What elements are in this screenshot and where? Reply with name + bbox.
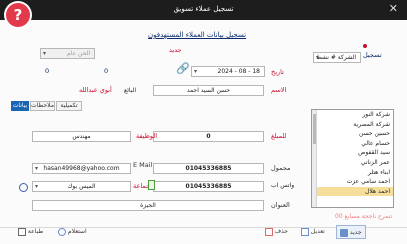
date-label: تاريخ (271, 68, 284, 76)
list-item[interactable]: شركة النور (312, 110, 393, 120)
date-picker[interactable]: ▾ 2024 - 08 - 18 (191, 66, 265, 77)
customer-list[interactable]: شركة النور شركة المصرية حسين حسن حسام عا… (311, 109, 394, 208)
new-button-label: جديد (349, 229, 362, 236)
status-value: 0 (45, 67, 50, 75)
job-label: الوظيفة (136, 132, 158, 140)
email-value: hasan49968@yahoo.com (43, 165, 120, 172)
list-item[interactable]: عمر الزناني (312, 158, 393, 168)
list-scrollbar[interactable] (312, 110, 317, 207)
list-item[interactable]: سيد القفوص (312, 148, 393, 158)
delete-button-label: حذف (274, 228, 288, 235)
status-select-value: الحن عام (67, 50, 90, 57)
chevron-down-icon: ▾ (35, 183, 39, 190)
name-value: حسن السيد احمد (186, 87, 231, 94)
list-item[interactable]: احمد سامي عزت (312, 177, 393, 187)
form-heading: تسجيل بيانات العملاء المستهدفون (148, 31, 247, 39)
mobile-value: 01045336885 (185, 165, 232, 172)
company-filter-select[interactable]: ▾ الشركة # نشط (313, 52, 361, 63)
record-counter: 0 (104, 67, 109, 75)
whatsapp-value: 01045336885 (185, 183, 232, 190)
app-logo-icon: ? (6, 3, 30, 27)
scrollbar-thumb[interactable] (313, 114, 316, 144)
print-button-label: طباعة (27, 228, 44, 235)
tab-data[interactable]: بيانات (11, 101, 29, 111)
edit-button-label: تعديل (310, 228, 325, 235)
search-icon (58, 227, 66, 236)
job-input[interactable]: مهندس (32, 131, 131, 142)
address-value: الجيزة (140, 202, 156, 209)
edit-icon (301, 227, 309, 236)
name-input[interactable]: حسن السيد احمد (153, 85, 264, 96)
tab-notes[interactable]: ملاحظات (30, 101, 55, 111)
chevron-down-icon: ▾ (316, 54, 320, 61)
globe-icon[interactable] (19, 183, 28, 192)
footer-hint: تنمرح ناجحة مسابع 00 (335, 213, 393, 220)
address-label: العنوان (271, 201, 290, 209)
window-title: تسجيل عملاء تسويق (173, 5, 234, 13)
email-label: E Mail (133, 161, 153, 169)
email-input[interactable]: ▾ hasan49968@yahoo.com (32, 163, 131, 174)
whatsapp-label: واتس اب (271, 182, 295, 189)
activity-value: الميس بوك (67, 183, 96, 190)
list-item-selected[interactable]: احمد هلال (312, 186, 393, 197)
printer-icon (18, 227, 26, 236)
chevron-down-icon: ▾ (43, 50, 47, 57)
list-item[interactable]: ابناء هتلر (312, 168, 393, 178)
delete-button[interactable]: حذف (265, 225, 288, 239)
trash-icon (265, 227, 273, 236)
mobile-input[interactable]: 01045336885 (153, 163, 264, 174)
calendar-dropdown-icon: ▾ (194, 68, 198, 75)
address-input[interactable]: الجيزة (32, 200, 264, 211)
status-select[interactable]: ▾ الحن عام (40, 48, 95, 59)
list-item[interactable]: حسين حسن (312, 129, 393, 139)
name-label: الاسم (271, 86, 287, 94)
balance-input[interactable]: 0 (153, 131, 264, 142)
new-button[interactable]: جديد (336, 225, 366, 239)
link-icon[interactable]: 🔗 (176, 62, 190, 75)
rep-value: أبوي عبدالله (79, 86, 112, 94)
balance-label: للمبلغ (271, 132, 287, 140)
title-bar: تسجيل عملاء تسويق ✕ (0, 0, 407, 20)
new-badge: جديد (169, 46, 182, 54)
required-dot (363, 44, 367, 48)
activity-select[interactable]: ▾ الميس بوك (32, 181, 131, 192)
query-button[interactable]: استعلام (58, 225, 87, 239)
save-icon (340, 228, 348, 237)
close-icon[interactable]: ✕ (389, 2, 398, 15)
date-value: 2024 - 08 - 18 (217, 68, 261, 75)
balance-value: 0 (206, 133, 211, 140)
document-icon[interactable] (148, 180, 155, 190)
form-body: تسجيل ▾ الشركة # نشط تسجيل بيانات العملا… (0, 20, 407, 244)
list-item[interactable]: شركة المصرية (312, 120, 393, 130)
search-label: تسجيل (363, 51, 382, 59)
list-item[interactable]: حسام عالي (312, 139, 393, 149)
edit-button[interactable]: تعديل (301, 225, 325, 239)
whatsapp-input[interactable]: 01045336885 (153, 181, 264, 192)
print-button[interactable]: طباعة (18, 225, 43, 239)
query-button-label: استعلام (67, 228, 87, 235)
chevron-down-icon: ▾ (35, 165, 39, 172)
job-value: مهندس (72, 133, 91, 140)
tab-supplementary[interactable]: تكميلية (56, 101, 82, 111)
rep-label: البائع (124, 87, 136, 94)
company-filter-value: الشركة # نشط (316, 54, 356, 61)
mobile-label: محمول (271, 164, 291, 172)
